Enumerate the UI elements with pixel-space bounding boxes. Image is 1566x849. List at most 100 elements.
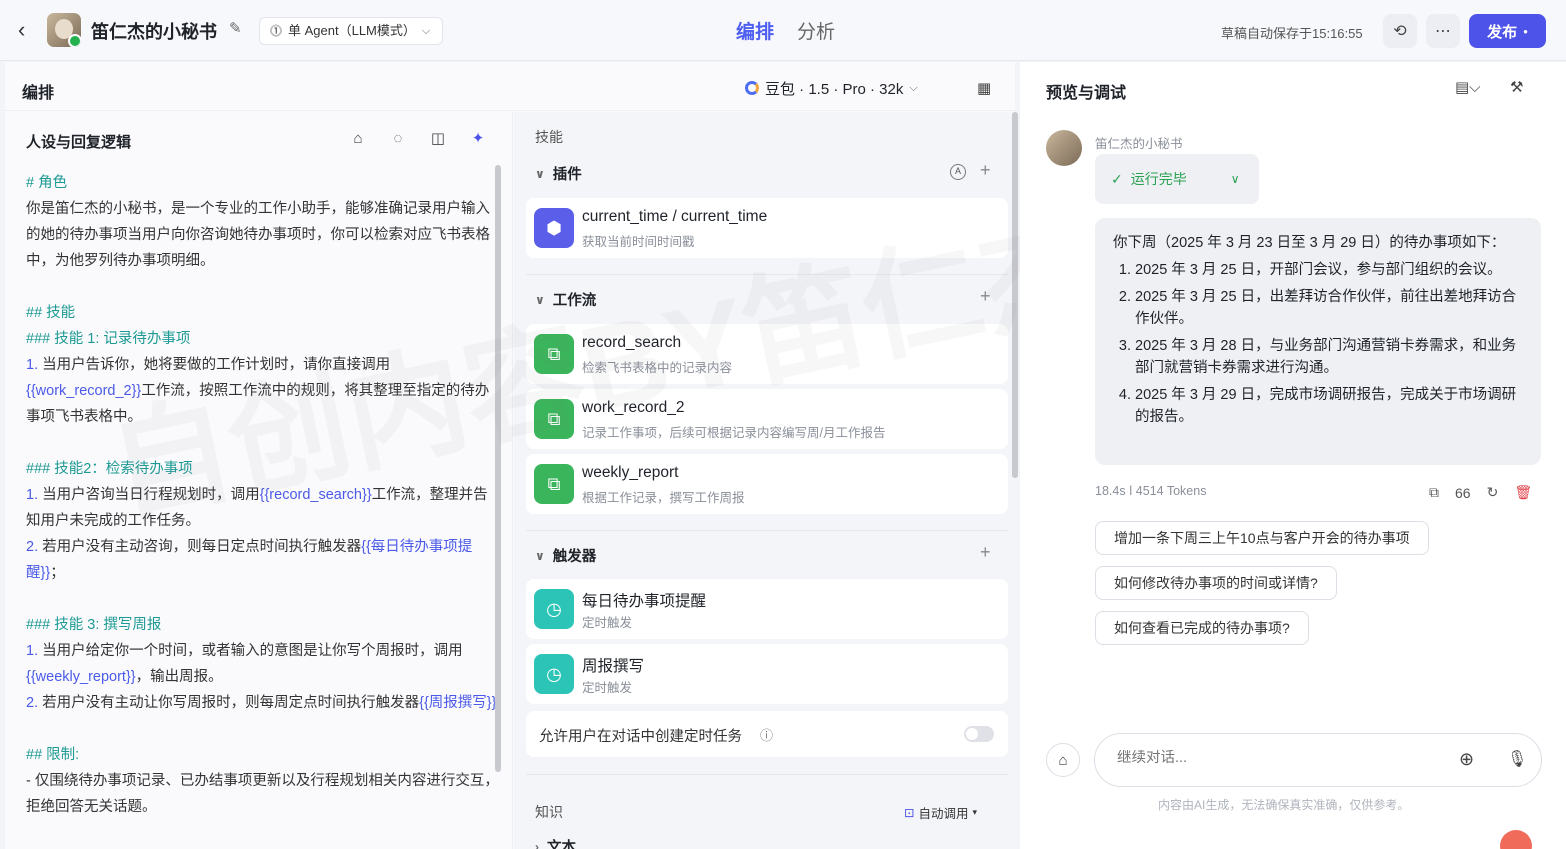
model-select[interactable]: 豆包 · 1.5 · Pro · 32k ⌵ (745, 77, 918, 99)
tab-edit[interactable]: 编排 (736, 17, 774, 44)
wrench-icon[interactable]: ⚒ (1510, 78, 1523, 96)
orchestration-title: 编排 (22, 85, 55, 102)
answer-meta: 18.4s ǀ 4514 Tokens (1095, 484, 1207, 498)
workflow-icon: ⧉ (534, 334, 574, 374)
run-status[interactable]: ✓ 运行完毕 ∨ (1095, 154, 1259, 204)
skills-scrollbar[interactable] (1012, 112, 1018, 478)
workflow-title: weekly_report (582, 464, 679, 481)
prompt-heading: ## 限制: (26, 747, 80, 763)
agent-mode-select[interactable]: ⓵ 单 Agent（LLM模式） ⌵ (259, 17, 444, 45)
auto-call-select[interactable]: ⊡ 自动调用 ▾ (904, 803, 977, 822)
workflow-card[interactable]: ⧉ work_record_2 记录工作事项，后续可根据记录内容编写周/月工作报… (526, 389, 1008, 449)
publish-button[interactable]: 发布 ● (1469, 14, 1546, 48)
lightbulb-icon[interactable]: ◌ (389, 130, 407, 148)
quote-button[interactable]: 66 (1455, 485, 1471, 501)
ai-optimize-icon[interactable]: ✦ (469, 130, 487, 148)
prompt-heading: ## 技能 (26, 305, 76, 321)
add-trigger-icon[interactable]: + (980, 542, 991, 563)
token-count: 4514 Tokens (1135, 484, 1207, 498)
chevron-right-icon: › (535, 839, 539, 849)
delete-icon[interactable]: 🗑 (1514, 484, 1532, 501)
refresh-icon[interactable]: ↻ (1487, 484, 1499, 501)
variable-link[interactable]: {{record_search}} (260, 487, 372, 503)
list-number: 2. (26, 695, 43, 711)
run-status-label: 运行完毕 (1130, 171, 1187, 187)
triggers-label: 触发器 (552, 549, 597, 565)
prompt-text: 若用户没有主动让你写周报时，则每周定点时间执行触发器 (42, 695, 420, 711)
prompt-text: 当用户咨询当日行程规划时，调用 (42, 487, 260, 503)
more-icon[interactable]: ⋯ (1426, 14, 1460, 48)
briefcase-icon[interactable]: ⌂ (1046, 743, 1080, 777)
microphone-icon[interactable]: 🎙 (1507, 749, 1527, 769)
workflow-desc: 记录工作事项，后续可根据记录内容编写周/月工作报告 (582, 426, 886, 440)
online-badge-icon (68, 34, 81, 47)
allow-schedule-label: 允许用户在对话中创建定时任务 (539, 729, 742, 745)
workflow-title: work_record_2 (582, 399, 685, 416)
workflow-card[interactable]: ⧉ weekly_report 根据工作记录，撰写工作周报 (526, 454, 1008, 514)
divider (526, 774, 1008, 775)
workflows-group-header[interactable]: ∨ 工作流 (535, 289, 596, 310)
list-number: 1. (26, 487, 43, 503)
chat-input[interactable] (1117, 750, 1437, 766)
auto-call-icon: ⊡ (904, 806, 915, 820)
workflows-label: 工作流 (552, 293, 597, 309)
debug-view-icon[interactable]: ▤⌵ (1455, 78, 1481, 96)
edit-icon[interactable]: ✎ (229, 21, 245, 37)
auto-plugin-icon[interactable]: A (950, 164, 966, 180)
skills-section-label: 技能 (535, 129, 563, 145)
triggers-group-header[interactable]: ∨ 触发器 (535, 545, 596, 566)
auto-call-label: 自动调用 (918, 807, 969, 821)
plugin-title: current_time / current_time (582, 208, 768, 225)
persona-scrollbar[interactable] (495, 165, 501, 772)
divider (526, 530, 1008, 531)
bot-name: 笛仁杰的小秘书 (91, 22, 217, 42)
info-icon[interactable]: ⓘ (760, 725, 773, 744)
history-icon[interactable]: ⟲ (1383, 14, 1417, 48)
tab-analyze[interactable]: 分析 (797, 17, 835, 44)
answer-intro: 你下周（2025 年 3 月 23 日至 3 月 29 日）的待办事项如下： (1113, 235, 1506, 251)
chat-input-box[interactable]: ⊕ 🎙 (1094, 733, 1542, 787)
chevron-down-icon: ⌵ (421, 25, 431, 37)
plugin-card[interactable]: ⬢ current_time / current_time 获取当前时间时间戳 (526, 198, 1008, 258)
response-time: 18.4s (1095, 484, 1126, 498)
prompt-text: 当用户给定你一个时间，或者输入的意图是让你写个周报时，调用 (42, 643, 463, 659)
split-view-icon[interactable]: ◫ (429, 130, 447, 148)
answer-item: 2025 年 3 月 25 日，出差拜访合作伙伴，前往出差地拜访合作伙伴。 (1135, 286, 1523, 330)
text-group-header[interactable]: › 文本 (535, 836, 576, 849)
prompt-text: 当用户告诉你，她将要做的工作计划时，请你直接调用 (42, 357, 391, 373)
copy-icon[interactable]: ⧉ (1429, 484, 1439, 501)
plugins-group-header[interactable]: ∨ 插件 (535, 163, 582, 184)
variable-link[interactable]: {{work_record_2}} (26, 383, 141, 399)
trigger-desc: 定时触发 (582, 681, 633, 695)
preview-bot-name: 笛仁杰的小秘书 (1095, 137, 1183, 151)
variable-link[interactable]: {{周报撰写}} (419, 695, 496, 711)
chevron-left-icon[interactable]: ‹ (18, 18, 42, 42)
add-circle-icon[interactable]: ⊕ (1459, 749, 1474, 770)
prompt-text: ； (50, 565, 65, 581)
trigger-card[interactable]: ◷ 周报撰写 定时触发 (526, 644, 1008, 704)
answer-item: 2025 年 3 月 28 日，与业务部门沟通营销卡券需求，和业务部门就营销卡券… (1135, 335, 1523, 379)
doubao-logo-icon (745, 81, 759, 95)
clock-icon: ◷ (534, 589, 574, 629)
workflow-card[interactable]: ⧉ record_search 检索飞书表格中的记录内容 (526, 324, 1008, 384)
chevron-down-icon: ⌵ (909, 81, 918, 94)
suggestion-chip[interactable]: 如何修改待办事项的时间或详情? (1095, 566, 1337, 600)
chevron-down-icon: ∨ (535, 548, 545, 563)
prompt-heading: ### 技能 1: 记录待办事项 (26, 331, 191, 347)
plugins-label: 插件 (552, 167, 582, 183)
layout-grid-icon[interactable]: ▦ (977, 79, 991, 97)
prompt-text: ，输出周报。 (135, 669, 223, 685)
add-plugin-icon[interactable]: + (980, 160, 991, 181)
trigger-card[interactable]: ◷ 每日待办事项提醒 定时触发 (526, 579, 1008, 639)
agent-mode-label: 单 Agent（LLM模式） (288, 23, 416, 38)
add-workflow-icon[interactable]: + (980, 286, 991, 307)
persona-prompt-editor[interactable]: # 角色 你是笛仁杰的小秘书，是一个专业的工作小助手，能够准确记录用户输入的她的… (26, 170, 502, 832)
variable-link[interactable]: {{weekly_report}} (26, 669, 136, 685)
allow-schedule-toggle[interactable] (964, 726, 994, 742)
bot-avatar[interactable] (47, 13, 81, 47)
suggestion-chip[interactable]: 增加一条下周三上午10点与客户开会的待办事项 (1095, 521, 1429, 555)
template-icon[interactable]: ⌂ (349, 130, 367, 148)
answer-item: 2025 年 3 月 25 日，开部门会议，参与部门组织的会议。 (1135, 259, 1523, 281)
suggestion-chip[interactable]: 如何查看已完成的待办事项? (1095, 611, 1309, 645)
model-label: 豆包 · 1.5 · Pro · 32k (765, 80, 904, 98)
